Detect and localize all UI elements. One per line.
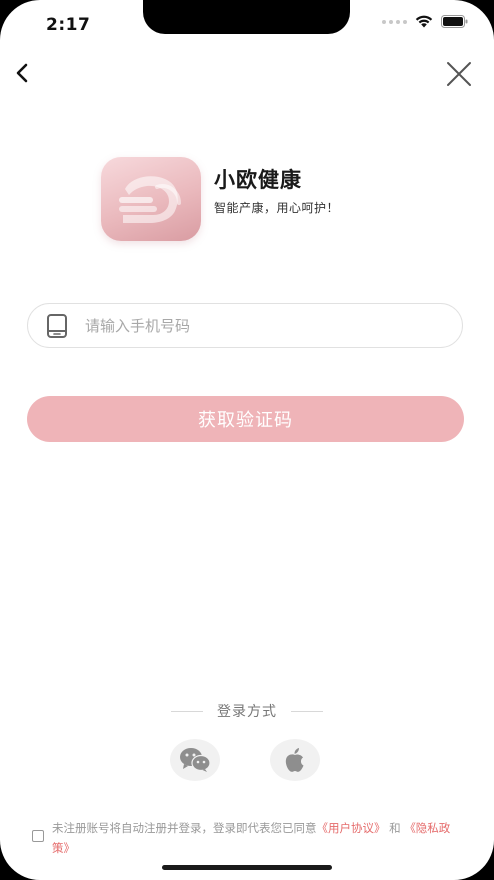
apple-icon bbox=[285, 748, 304, 772]
home-indicator bbox=[162, 865, 332, 870]
divider-line-left bbox=[171, 710, 203, 712]
agreement-conjunction: 和 bbox=[389, 821, 401, 835]
agreement: 未注册账号将自动注册并登录，登录即代表您已同意《用户协议》 和 《隐私政策》 bbox=[32, 818, 462, 858]
close-button[interactable] bbox=[444, 60, 474, 88]
agreement-text: 未注册账号将自动注册并登录，登录即代表您已同意《用户协议》 和 《隐私政策》 bbox=[52, 818, 462, 858]
status-time: 2:17 bbox=[46, 15, 91, 35]
get-code-button[interactable]: 获取验证码 bbox=[27, 396, 464, 442]
agree-checkbox[interactable] bbox=[32, 830, 44, 842]
close-icon bbox=[447, 62, 471, 86]
app-slogan: 智能产康，用心呵护！ bbox=[214, 201, 340, 215]
signal-icon bbox=[382, 19, 407, 24]
back-button[interactable] bbox=[8, 58, 36, 88]
login-method-label: 登录方式 bbox=[217, 704, 277, 720]
wechat-icon bbox=[180, 748, 211, 772]
phone-icon bbox=[45, 313, 69, 338]
login-method-divider: 登录方式 bbox=[0, 701, 494, 721]
phone-input[interactable] bbox=[83, 315, 417, 336]
apple-login-button[interactable] bbox=[270, 739, 320, 781]
wifi-icon bbox=[415, 15, 433, 28]
battery-icon bbox=[441, 15, 468, 28]
status-icons bbox=[382, 15, 468, 28]
app-logo-icon bbox=[101, 157, 201, 241]
app-name: 小欧健康 bbox=[214, 168, 302, 192]
divider-line-right bbox=[291, 710, 323, 712]
agreement-prefix: 未注册账号将自动注册并登录，登录即代表您已同意 bbox=[52, 821, 317, 835]
phone-field[interactable] bbox=[27, 303, 463, 348]
notch bbox=[143, 0, 350, 34]
screen: 2:17 小欧健康 智能产康，用心呵护！ 请输入手机号码 获取验证码 登录方式 … bbox=[0, 0, 494, 880]
device-frame: 2:17 小欧健康 智能产康，用心呵护！ 请输入手机号码 获取验证码 登录方式 … bbox=[0, 0, 494, 880]
chevron-left-icon bbox=[16, 63, 28, 83]
user-agreement-link[interactable]: 《用户协议》 bbox=[317, 821, 386, 835]
wechat-login-button[interactable] bbox=[170, 739, 220, 781]
